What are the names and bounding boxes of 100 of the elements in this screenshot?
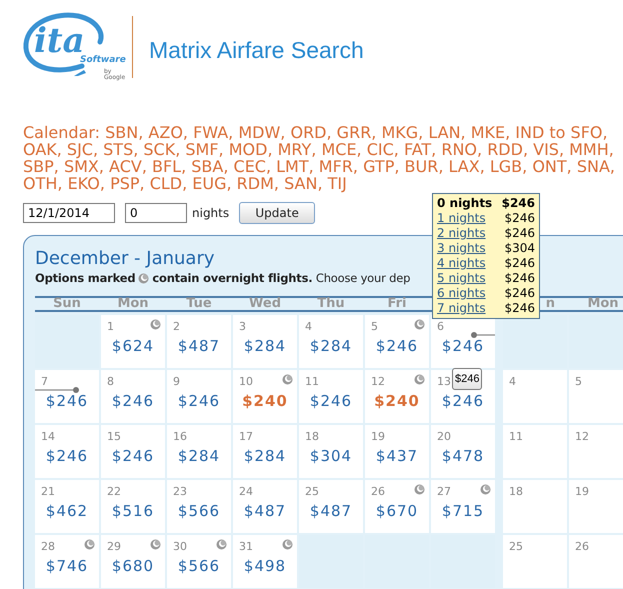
fare-price[interactable]: $246 [101,449,165,464]
fare-price[interactable]: $487 [167,339,231,354]
nights-option-link[interactable]: 2 nights [437,226,486,241]
day-number: 11 [305,376,319,387]
day-cell[interactable]: 27 $715 [431,480,495,533]
day-cell[interactable]: 10 $240 [233,370,297,423]
nights-price: $246 [504,271,535,286]
day-cell[interactable]: 11 $246 [299,370,363,423]
fare-price[interactable]: $284 [233,449,297,464]
day-cell[interactable]: 5 $246 [365,315,429,368]
fare-price[interactable]: $304 [299,449,363,464]
day-cell[interactable]: 24 $487 [233,480,297,533]
day-cell[interactable]: 20 $478 [431,425,495,478]
day-number: 4 [305,321,312,332]
fare-price[interactable]: $624 [101,339,165,354]
day-number: 29 [107,541,121,552]
weekday-label: Sun [53,298,81,310]
day-cell[interactable]: 31 $498 [233,535,297,588]
fare-price[interactable]: $240 [233,394,297,409]
nights-option-link[interactable]: 4 nights [437,256,486,271]
nights-price: $246 [504,256,535,271]
day-cell[interactable]: 21 $462 [35,480,99,533]
day-cell[interactable]: 25 $487 [299,480,363,533]
fare-price[interactable]: $240 [365,394,429,409]
fare-price[interactable]: $284 [233,339,297,354]
fare-price[interactable]: $284 [167,449,231,464]
day-cell[interactable]: 6 $246 [431,315,495,368]
fare-price[interactable]: $246 [101,394,165,409]
nights-price: $246 [504,211,535,226]
fare-price[interactable]: $246 [431,394,495,409]
fare-price[interactable]: $246 [35,394,99,409]
day-cell[interactable]: 22 $516 [101,480,165,533]
fare-price[interactable]: $246 [35,449,99,464]
fare-price[interactable]: $680 [101,559,165,574]
nights-option-link[interactable]: 6 nights [437,286,486,301]
day-cell[interactable]: 12 $240 [365,370,429,423]
fare-price[interactable]: $487 [299,504,363,519]
nights-label: nights [192,205,230,222]
fare-price[interactable]: $487 [233,504,297,519]
fare-price[interactable]: $246 [365,339,429,354]
day-cell[interactable]: 14 $246 [35,425,99,478]
fare-price[interactable]: $498 [233,559,297,574]
day-number: 15 [107,431,121,442]
fare-price[interactable]: $746 [35,559,99,574]
day-cell[interactable]: 2 $487 [167,315,231,368]
fare-price[interactable]: $516 [101,504,165,519]
day-cell[interactable]: 4 $284 [299,315,363,368]
update-button[interactable]: Update [239,202,316,224]
day-cell[interactable]: 17 $284 [233,425,297,478]
fare-price[interactable]: $478 [431,449,495,464]
day-cell[interactable]: 30 $566 [167,535,231,588]
day-cell[interactable]: 13 $246 $246 [431,370,495,423]
day-cell[interactable]: 18 $304 [299,425,363,478]
route-heading: Calendar: SBN, AZO, FWA, MDW, ORD, GRR, MKG, LAN, MKE, IND to SFO, OAK, SJC, STS, SCK, SMF, MOD, MRY, MCE, CIC, FAT, RNO, RDD, VIS, MMH, SBP, SMX, ACV, BFL, SBA, CEC, LMT, MFR, GTP, BUR, LAX, LGB, ONT, SNA, OTH, EKO, PSP, CLD, EUG, RDM, SAN, TIJ [23,124,616,192]
fare-price[interactable]: $246 [167,394,231,409]
day-number: 19 [575,486,589,497]
fare-price[interactable]: $462 [35,504,99,519]
day-cell[interactable]: 1 $624 [101,315,165,368]
day-number: 23 [173,486,187,497]
day-cell[interactable]: 23 $566 [167,480,231,533]
day-number: 1 [107,321,114,332]
day-cell[interactable]: 29 $680 [101,535,165,588]
day-cell[interactable]: 8 $246 [101,370,165,423]
nights-option-link[interactable]: 1 nights [437,211,486,226]
fare-price[interactable]: $284 [299,339,363,354]
day-number: 12 [371,376,385,387]
weekday-label: Wed [249,298,281,310]
logo-product-name: Software [80,56,126,65]
fare-price[interactable]: $246 [431,339,495,354]
day-number: 26 [575,541,589,552]
day-cell[interactable]: 26 $670 [365,480,429,533]
fare-price[interactable]: $670 [365,504,429,519]
day-number: 30 [173,541,187,552]
fare-price[interactable]: $566 [167,559,231,574]
day-number: 11 [509,431,523,442]
day-cell[interactable]: 19 $437 [365,425,429,478]
nights-option-link[interactable]: 7 nights [437,301,486,316]
day-number: 6 [437,321,444,332]
day-number: 2 [173,321,180,332]
nights-field[interactable]: 0 [125,203,187,223]
nights-option-link[interactable]: 3 nights [437,241,486,256]
nights-option-link[interactable]: 5 nights [437,271,486,286]
day-cell[interactable]: 15 $246 [101,425,165,478]
fare-price[interactable]: $246 [299,394,363,409]
fare-price[interactable]: $715 [431,504,495,519]
overnight-icon [138,272,150,284]
day-number: 28 [41,541,55,552]
weekday-label: Thu [317,298,345,310]
day-cell[interactable]: 3 $284 [233,315,297,368]
day-cell[interactable]: 9 $246 [167,370,231,423]
day-number: 18 [305,431,319,442]
day-cell[interactable]: 16 $284 [167,425,231,478]
fare-price[interactable]: $566 [167,504,231,519]
day-cell[interactable]: 7 $246 [35,370,99,423]
day-number: 5 [371,321,378,332]
day-cell[interactable]: 28 $746 [35,535,99,588]
day-number: 24 [239,486,253,497]
date-field[interactable]: 12/1/2014 [23,203,115,223]
fare-price[interactable]: $437 [365,449,429,464]
day-number: 3 [239,321,246,332]
